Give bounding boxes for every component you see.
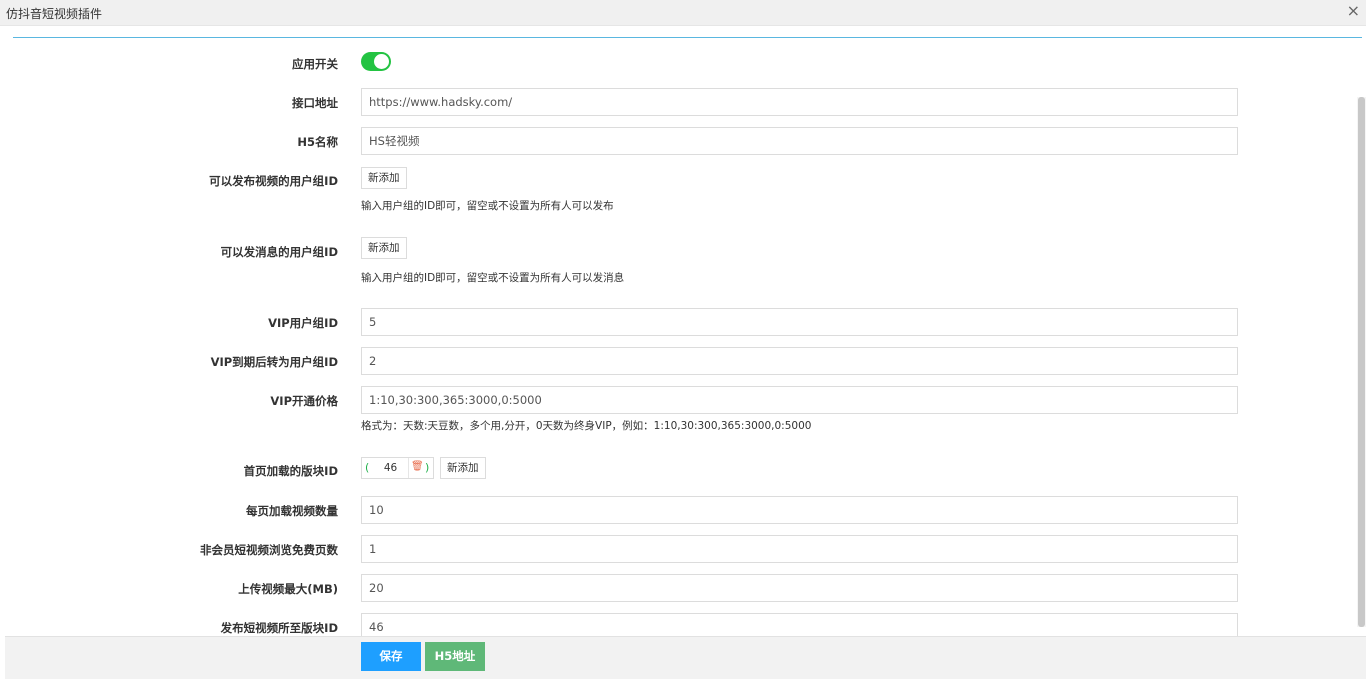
h5-name-input[interactable]: HS轻视频 [361,127,1238,155]
video-groups-label: 可以发布视频的用户组ID [209,174,338,188]
footer-bar [5,636,1366,679]
vip-price-hint: 格式为：天数:天豆数，多个用,分开，0天数为终身VIP，例如：1:10,30:3… [361,420,812,432]
max-upload-label: 上传视频最大(MB) [238,582,338,596]
home-board-label: 首页加载的版块ID [243,464,338,478]
video-groups-hint: 输入用户组的ID即可，留空或不设置为所有人可以发布 [361,200,614,212]
h5-address-button[interactable]: H5地址 [425,642,485,671]
add-video-group-button[interactable]: 新添加 [361,167,407,189]
board-tag-value[interactable]: 46 [373,458,409,478]
vip-group-label: VIP用户组ID [268,316,338,330]
max-upload-input[interactable]: 20 [361,574,1238,602]
toggle-knob [374,54,389,69]
tag-close-paren: ) [425,461,430,474]
message-groups-hint: 输入用户组的ID即可，留空或不设置为所有人可以发消息 [361,272,625,284]
api-url-label: 接口地址 [292,96,338,110]
save-button[interactable]: 保存 [361,642,421,671]
app-switch-toggle[interactable] [361,52,391,71]
vip-price-label: VIP开通价格 [270,394,338,408]
publish-board-label: 发布短视频所至版块ID [220,621,338,635]
add-home-board-button[interactable]: 新添加 [440,457,486,479]
free-pages-input[interactable]: 1 [361,535,1238,563]
h5-name-label: H5名称 [297,135,338,149]
tag-open-paren: ( [365,461,370,474]
api-url-input[interactable]: https://www.hadsky.com/ [361,88,1238,116]
vip-group-input[interactable]: 5 [361,308,1238,336]
vip-price-input[interactable]: 1:10,30:300,365:3000,0:5000 [361,386,1238,414]
publish-board-input[interactable]: 46 [361,613,1238,636]
per-page-input[interactable]: 10 [361,496,1238,524]
vip-expire-group-input[interactable]: 2 [361,347,1238,375]
add-message-group-button[interactable]: 新添加 [361,237,407,259]
message-groups-label: 可以发消息的用户组ID [220,245,338,259]
settings-form: 应用开关 接口地址 https://www.hadsky.com/ H5名称 H… [0,0,1356,636]
vip-expire-group-label: VIP到期后转为用户组ID [210,355,338,369]
trash-icon[interactable]: 🗑 [411,461,424,472]
switch-label: 应用开关 [292,57,338,71]
per-page-label: 每页加载视频数量 [246,504,338,518]
board-tag: ( 46 🗑 ) [361,457,434,479]
free-pages-label: 非会员短视频浏览免费页数 [200,543,338,557]
scrollbar-thumb[interactable] [1358,97,1365,627]
